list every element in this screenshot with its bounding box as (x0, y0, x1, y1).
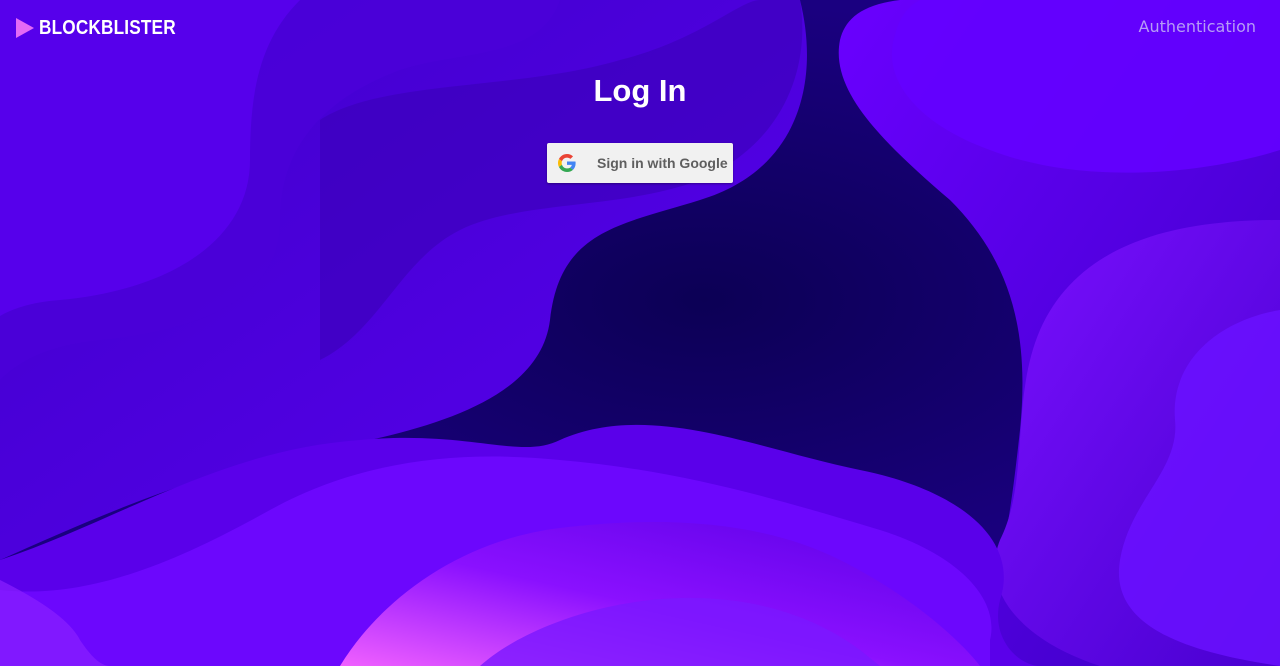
brand-logo-link[interactable]: BLOCKBLISTER (15, 16, 198, 40)
brand-name: BLOCKBLISTER (39, 16, 176, 39)
sign-in-with-google-button[interactable]: Sign in with Google (547, 143, 733, 183)
nav-link-authentication[interactable]: Authentication (1139, 17, 1256, 36)
google-logo-icon (558, 154, 576, 172)
page-title: Log In (593, 73, 687, 108)
top-navigation-bar: BLOCKBLISTER Authentication (0, 0, 1280, 56)
play-triangle-icon (16, 18, 34, 38)
google-button-label: Sign in with Google (597, 155, 728, 171)
